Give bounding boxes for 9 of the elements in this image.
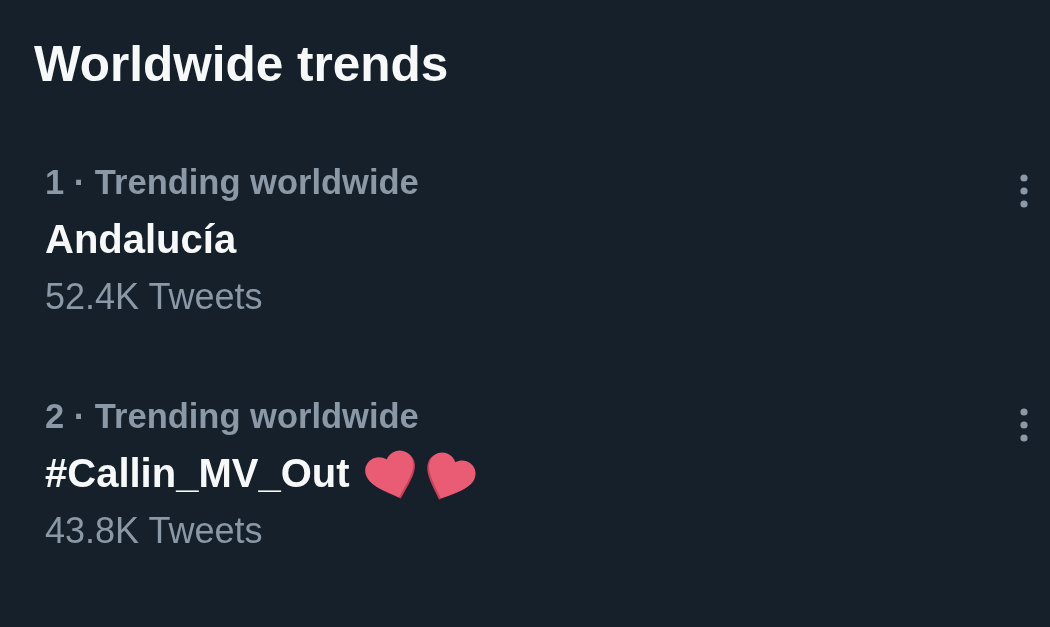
tweet-count: 52.4K Tweets bbox=[45, 275, 263, 318]
more-icon bbox=[1020, 408, 1028, 442]
trend-name[interactable]: #Callin_MV_Out bbox=[45, 451, 350, 496]
trend-context: 1 · Trending worldwide bbox=[45, 163, 419, 202]
section-title: Worldwide trends bbox=[34, 35, 449, 93]
trend-name[interactable]: Andalucía bbox=[45, 217, 237, 262]
more-icon bbox=[1020, 174, 1028, 208]
tweet-count: 43.8K Tweets bbox=[45, 509, 263, 552]
trend-context: 2 · Trending worldwide bbox=[45, 397, 419, 436]
